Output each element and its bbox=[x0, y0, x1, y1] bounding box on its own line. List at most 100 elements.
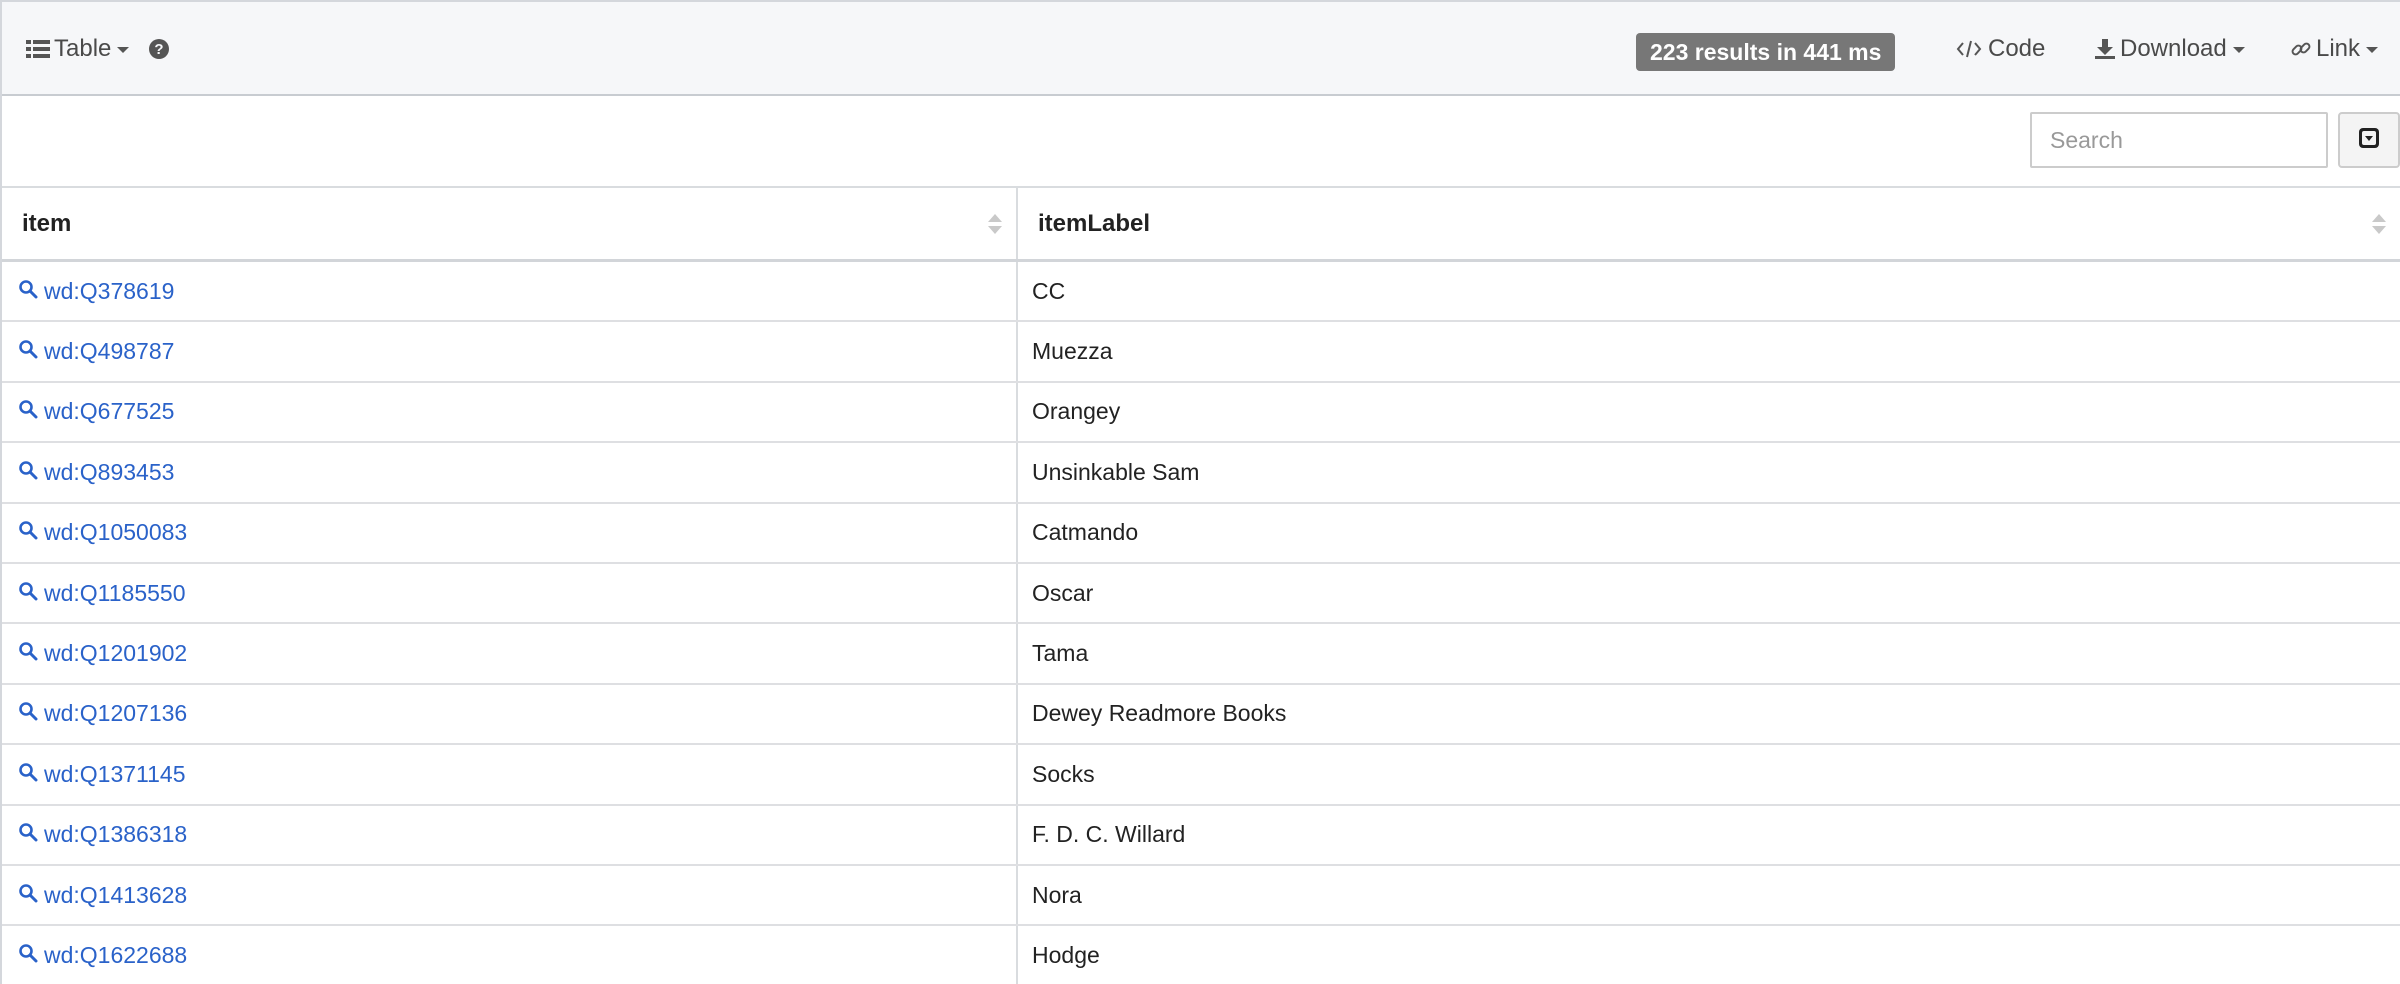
item-cell: wd:Q1207136 bbox=[2, 684, 1018, 744]
view-selector-label: Table bbox=[54, 35, 112, 62]
table-row: wd:Q677525 Orangey bbox=[2, 382, 2400, 444]
item-cell: wd:Q1622688 bbox=[2, 926, 1018, 984]
item-link[interactable]: wd:Q378619 bbox=[18, 278, 174, 305]
search-input[interactable] bbox=[2030, 112, 2328, 168]
search-icon bbox=[18, 942, 44, 969]
table-row: wd:Q893453 Unsinkable Sam bbox=[2, 443, 2400, 504]
link-dropdown[interactable]: Link bbox=[2290, 2, 2379, 96]
code-button[interactable]: Code bbox=[1956, 2, 2045, 96]
item-label-cell: Tama bbox=[1032, 640, 1089, 667]
item-label-cell: Nora bbox=[1032, 881, 1082, 908]
item-link[interactable]: wd:Q1201902 bbox=[18, 640, 187, 667]
download-icon bbox=[2094, 38, 2116, 60]
search-icon bbox=[18, 640, 44, 667]
search-icon bbox=[18, 459, 44, 486]
link-label: Link bbox=[2316, 35, 2361, 62]
item-id: wd:Q378619 bbox=[44, 277, 175, 304]
help-button[interactable]: ? bbox=[148, 2, 170, 96]
item-label-cell: Unsinkable Sam bbox=[1032, 458, 1200, 485]
chevron-down-icon bbox=[2232, 47, 2245, 53]
item-link[interactable]: wd:Q893453 bbox=[18, 459, 174, 486]
table-row: wd:Q1413628 Nora bbox=[2, 865, 2400, 927]
table-row: wd:Q1386318 F. D. C. Willard bbox=[2, 805, 2400, 866]
search-icon bbox=[18, 278, 44, 305]
item-cell: wd:Q677525 bbox=[2, 382, 1018, 442]
item-id: wd:Q1207136 bbox=[44, 700, 188, 727]
table-row: wd:Q1050083 Catmando bbox=[2, 503, 2400, 564]
code-icon bbox=[1956, 39, 1982, 59]
item-cell: wd:Q1050083 bbox=[2, 503, 1018, 562]
item-label-cell: Dewey Readmore Books bbox=[1032, 700, 1287, 727]
item-link[interactable]: wd:Q1386318 bbox=[18, 821, 187, 848]
item-id: wd:Q893453 bbox=[44, 458, 175, 485]
download-dropdown[interactable]: Download bbox=[2094, 2, 2245, 96]
item-cell: wd:Q1371145 bbox=[2, 745, 1018, 804]
search-icon bbox=[18, 519, 44, 546]
column-header-label: itemLabel bbox=[1038, 209, 1151, 237]
table-row: wd:Q498787 Muezza bbox=[2, 322, 2400, 383]
chevron-down-icon bbox=[117, 47, 130, 53]
sort-icon bbox=[988, 213, 1002, 234]
table-row: wd:Q378619 CC bbox=[2, 262, 2400, 323]
item-label-cell: Oscar bbox=[1032, 579, 1094, 606]
item-cell: wd:Q893453 bbox=[2, 443, 1018, 502]
link-icon bbox=[2290, 38, 2312, 60]
item-id: wd:Q1050083 bbox=[44, 519, 188, 546]
item-cell: wd:Q1185550 bbox=[2, 563, 1018, 623]
search-icon bbox=[18, 821, 44, 848]
code-button-label: Code bbox=[1988, 35, 2046, 62]
item-id: wd:Q1413628 bbox=[44, 881, 188, 908]
item-cell: wd:Q1413628 bbox=[2, 865, 1018, 925]
item-cell: wd:Q1386318 bbox=[2, 805, 1018, 864]
column-toggle-button[interactable] bbox=[2338, 112, 2400, 168]
svg-text:?: ? bbox=[154, 41, 163, 58]
search-icon bbox=[18, 882, 44, 909]
item-id: wd:Q1201902 bbox=[44, 640, 188, 667]
search-icon bbox=[18, 398, 44, 425]
table-header: item itemLabel bbox=[2, 188, 2400, 262]
item-link[interactable]: wd:Q1207136 bbox=[18, 700, 187, 727]
search-icon bbox=[18, 761, 44, 788]
search-icon bbox=[18, 580, 44, 607]
table-row: wd:Q1207136 Dewey Readmore Books bbox=[2, 684, 2400, 746]
item-id: wd:Q1371145 bbox=[44, 760, 186, 787]
item-link[interactable]: wd:Q1413628 bbox=[18, 882, 187, 909]
column-header-itemlabel[interactable]: itemLabel bbox=[1018, 188, 2400, 259]
item-link[interactable]: wd:Q1050083 bbox=[18, 519, 187, 546]
query-results-panel: Table ? 223 results in 441 ms Code Downl… bbox=[0, 0, 2400, 984]
item-link[interactable]: wd:Q1622688 bbox=[18, 942, 187, 969]
table-body: wd:Q378619 CC wd:Q498787 Muezza wd:Q677525 Or… bbox=[2, 262, 2400, 984]
item-id: wd:Q498787 bbox=[44, 338, 175, 365]
view-selector-dropdown[interactable]: Table bbox=[26, 2, 130, 96]
results-table: item itemLabel wd:Q378619 CC wd:Q498787 Mue… bbox=[2, 186, 2400, 984]
item-cell: wd:Q378619 bbox=[2, 262, 1018, 321]
sort-icon bbox=[2372, 213, 2386, 234]
table-list-icon bbox=[26, 39, 50, 59]
item-label-cell: Catmando bbox=[1032, 519, 1139, 546]
item-label-cell: Orangey bbox=[1032, 398, 1121, 425]
caret-square-down-icon bbox=[2358, 127, 2380, 154]
item-label-cell: Socks bbox=[1032, 760, 1095, 787]
chevron-down-icon bbox=[2366, 47, 2379, 53]
item-id: wd:Q1185550 bbox=[44, 579, 186, 606]
item-link[interactable]: wd:Q677525 bbox=[18, 398, 174, 425]
item-cell: wd:Q1201902 bbox=[2, 624, 1018, 683]
item-label-cell: Muezza bbox=[1032, 338, 1113, 365]
item-id: wd:Q677525 bbox=[44, 398, 175, 425]
item-link[interactable]: wd:Q1185550 bbox=[18, 580, 186, 607]
item-label-cell: Hodge bbox=[1032, 941, 1100, 968]
column-header-item[interactable]: item bbox=[2, 188, 1018, 259]
item-link[interactable]: wd:Q498787 bbox=[18, 338, 174, 365]
column-header-label: item bbox=[22, 209, 72, 237]
table-row: wd:Q1201902 Tama bbox=[2, 624, 2400, 685]
item-id: wd:Q1386318 bbox=[44, 821, 188, 848]
question-circle-icon: ? bbox=[148, 38, 170, 60]
item-cell: wd:Q498787 bbox=[2, 322, 1018, 381]
item-id: wd:Q1622688 bbox=[44, 941, 188, 968]
item-link[interactable]: wd:Q1371145 bbox=[18, 761, 186, 788]
table-row: wd:Q1185550 Oscar bbox=[2, 563, 2400, 625]
item-label-cell: F. D. C. Willard bbox=[1032, 821, 1186, 848]
item-label-cell: CC bbox=[1032, 277, 1066, 304]
results-count-badge: 223 results in 441 ms bbox=[1636, 33, 1896, 71]
download-label: Download bbox=[2120, 35, 2227, 62]
